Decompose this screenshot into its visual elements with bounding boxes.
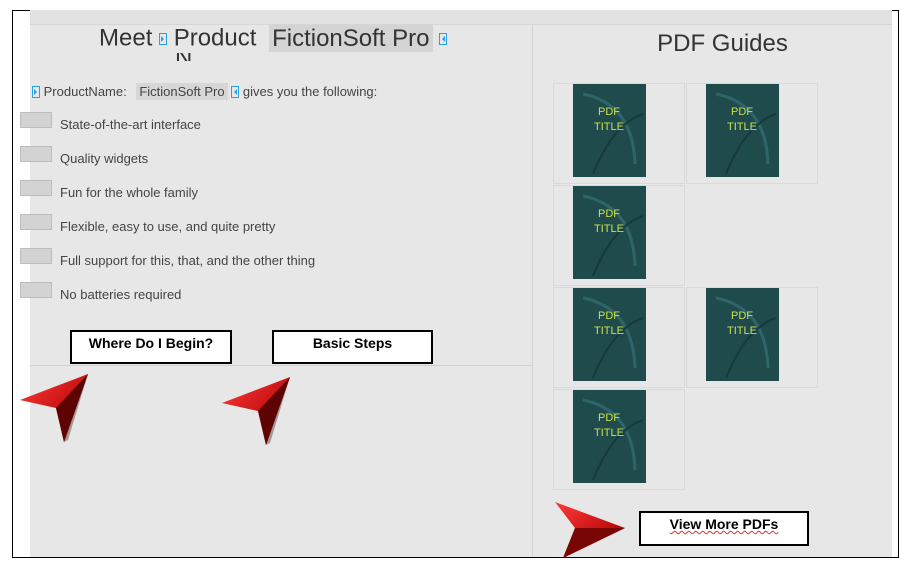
pdf-cover-line1: PDF xyxy=(598,310,620,322)
feature-checkbox[interactable] xyxy=(20,180,52,196)
field-end-marker-icon xyxy=(231,85,240,98)
title-prefix: Meet xyxy=(99,24,153,52)
pdf-cover-line2: TITLE xyxy=(727,121,757,133)
feature-checkbox[interactable] xyxy=(20,112,52,128)
basic-steps-button[interactable]: Basic Steps xyxy=(272,330,433,364)
where-do-i-begin-button[interactable]: Where Do I Begin? xyxy=(70,330,232,364)
feature-label: State-of-the-art interface xyxy=(60,117,201,132)
where-do-i-begin-label: Where Do I Begin? xyxy=(88,335,214,351)
feature-label: Quality widgets xyxy=(60,151,149,166)
title-overflow-text: N xyxy=(175,53,195,61)
red-arrow-right-icon xyxy=(555,502,625,558)
pdf-cover-thumbnail[interactable]: PDF TITLE xyxy=(573,390,646,483)
pdf-cover-thumbnail[interactable]: PDF TITLE xyxy=(573,84,646,177)
pdf-cover-line1: PDF xyxy=(598,106,620,118)
feature-checkbox[interactable] xyxy=(20,248,52,264)
row-divider xyxy=(30,365,532,366)
title-product-name-field[interactable]: FictionSoft Pro xyxy=(269,24,433,52)
pdf-cover-line1: PDF xyxy=(731,106,753,118)
basic-steps-label: Basic Steps xyxy=(312,335,393,351)
title-field-label: Product xyxy=(173,24,257,52)
pdf-cover-thumbnail[interactable]: PDF TITLE xyxy=(706,84,779,177)
red-arrow-icon xyxy=(20,374,88,442)
intro-product-name-field[interactable]: FictionSoft Pro xyxy=(136,83,228,101)
view-more-pdfs-button[interactable]: View More PDFs xyxy=(639,511,809,546)
feature-checkbox[interactable] xyxy=(20,146,52,162)
column-divider xyxy=(532,24,533,557)
pdf-cover-line2: TITLE xyxy=(594,223,624,235)
pdf-cover-line2: TITLE xyxy=(594,325,624,337)
feature-label: Flexible, easy to use, and quite pretty xyxy=(60,219,276,234)
pdf-cover-line1: PDF xyxy=(598,208,620,220)
pdf-cover-line2: TITLE xyxy=(727,325,757,337)
intro-suffix: gives you the following: xyxy=(242,84,378,100)
feature-label: No batteries required xyxy=(60,287,182,302)
page-title: Meet Product FictionSoft Pro xyxy=(99,24,448,58)
pdf-cover-line2: TITLE xyxy=(594,427,624,439)
intro-line: ProductName: FictionSoft Pro gives you t… xyxy=(32,83,378,101)
pdf-cover-thumbnail[interactable]: PDF TITLE xyxy=(573,288,646,381)
field-start-marker-icon xyxy=(32,85,40,98)
view-more-pdfs-label: View More PDFs xyxy=(669,516,779,532)
pdf-cover-thumbnail[interactable]: PDF TITLE xyxy=(706,288,779,381)
field-start-marker-icon xyxy=(159,32,168,45)
red-arrow-icon xyxy=(222,377,290,445)
feature-label: Full support for this, that, and the oth… xyxy=(60,253,316,268)
pdf-guides-heading: PDF Guides xyxy=(657,30,788,57)
pdf-cover-thumbnail[interactable]: PDF TITLE xyxy=(573,186,646,279)
feature-checkbox[interactable] xyxy=(20,214,52,230)
feature-checkbox[interactable] xyxy=(20,282,52,298)
pdf-cover-line1: PDF xyxy=(731,310,753,322)
feature-label: Fun for the whole family xyxy=(60,185,199,200)
top-strip xyxy=(30,10,892,25)
intro-field-label: ProductName: xyxy=(43,84,127,100)
pdf-cover-line2: TITLE xyxy=(594,121,624,133)
pdf-cover-line1: PDF xyxy=(598,412,620,424)
field-end-marker-icon xyxy=(439,32,448,45)
